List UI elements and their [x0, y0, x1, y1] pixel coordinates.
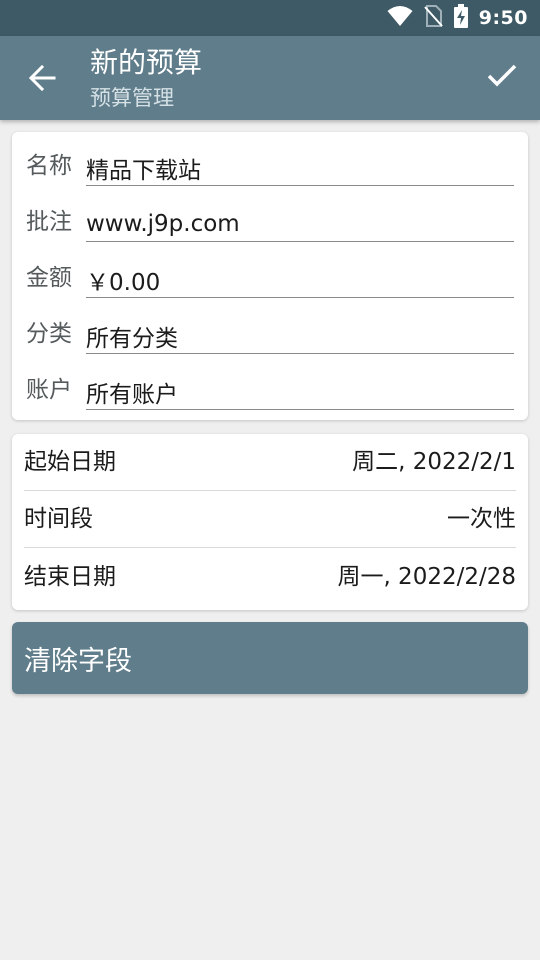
status-bar: 9:50	[0, 0, 540, 36]
account-field-row: 账户	[26, 366, 514, 412]
status-icons: 9:50	[387, 4, 528, 32]
battery-charging-icon	[453, 4, 469, 32]
name-field-row: 名称	[26, 142, 514, 188]
category-label: 分类	[26, 321, 72, 347]
start-date-value: 周二, 2022/2/1	[352, 449, 516, 475]
page-title: 新的预算	[90, 46, 203, 79]
end-date-value: 周一, 2022/2/28	[337, 564, 516, 590]
page-subtitle: 预算管理	[90, 86, 174, 110]
time-span-value: 一次性	[447, 506, 516, 532]
category-input[interactable]	[86, 316, 514, 354]
no-sim-icon	[423, 5, 443, 31]
account-label: 账户	[26, 377, 72, 403]
note-field-row: 批注	[26, 198, 514, 244]
amount-label: 金额	[26, 265, 72, 291]
end-date-label: 结束日期	[24, 564, 116, 590]
category-field-row: 分类	[26, 310, 514, 356]
confirm-button[interactable]	[482, 58, 522, 98]
back-button[interactable]	[22, 60, 62, 100]
budget-form-card: 名称 批注 金额 分类 账户	[12, 132, 528, 420]
app-bar: 新的预算 预算管理	[0, 36, 540, 120]
status-time: 9:50	[478, 7, 528, 29]
amount-input[interactable]	[86, 260, 514, 298]
note-label: 批注	[26, 209, 72, 235]
period-card: 起始日期 周二, 2022/2/1 时间段 一次性 结束日期 周一, 2022/…	[12, 434, 528, 610]
clear-fields-label: 清除字段	[24, 645, 132, 677]
wifi-icon	[387, 5, 413, 31]
amount-field-row: 金额	[26, 254, 514, 300]
name-label: 名称	[26, 153, 72, 179]
account-input[interactable]	[86, 372, 514, 410]
start-date-row[interactable]: 起始日期 周二, 2022/2/1	[24, 434, 516, 491]
time-span-row[interactable]: 时间段 一次性	[24, 491, 516, 548]
clear-fields-button[interactable]: 清除字段	[12, 622, 528, 694]
start-date-label: 起始日期	[24, 449, 116, 475]
check-icon	[487, 64, 517, 92]
end-date-row[interactable]: 结束日期 周一, 2022/2/28	[24, 549, 516, 606]
arrow-left-icon	[28, 64, 56, 96]
note-input[interactable]	[86, 204, 514, 242]
name-input[interactable]	[86, 148, 514, 186]
time-span-label: 时间段	[24, 506, 93, 532]
